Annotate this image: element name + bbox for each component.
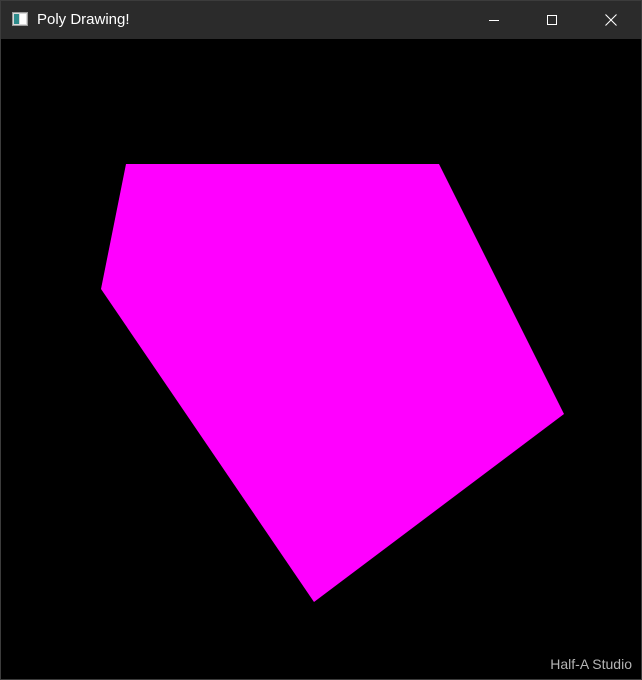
magenta-polygon bbox=[101, 164, 564, 602]
window-title: Poly Drawing! bbox=[37, 11, 130, 28]
drawing-canvas[interactable]: Half-A Studio bbox=[1, 39, 641, 679]
maximize-icon bbox=[547, 15, 557, 25]
watermark-label: Half-A Studio bbox=[550, 656, 632, 672]
maximize-button[interactable] bbox=[523, 1, 581, 39]
close-icon bbox=[605, 14, 617, 26]
polygon-drawing bbox=[101, 164, 564, 602]
minimize-icon bbox=[489, 15, 499, 25]
title-bar[interactable]: Poly Drawing! bbox=[1, 1, 641, 39]
close-button[interactable] bbox=[582, 1, 640, 39]
minimize-button[interactable] bbox=[465, 1, 523, 39]
app-window-icon bbox=[12, 12, 28, 26]
app-window: Poly Drawing! Half-A Studio bbox=[0, 0, 642, 680]
